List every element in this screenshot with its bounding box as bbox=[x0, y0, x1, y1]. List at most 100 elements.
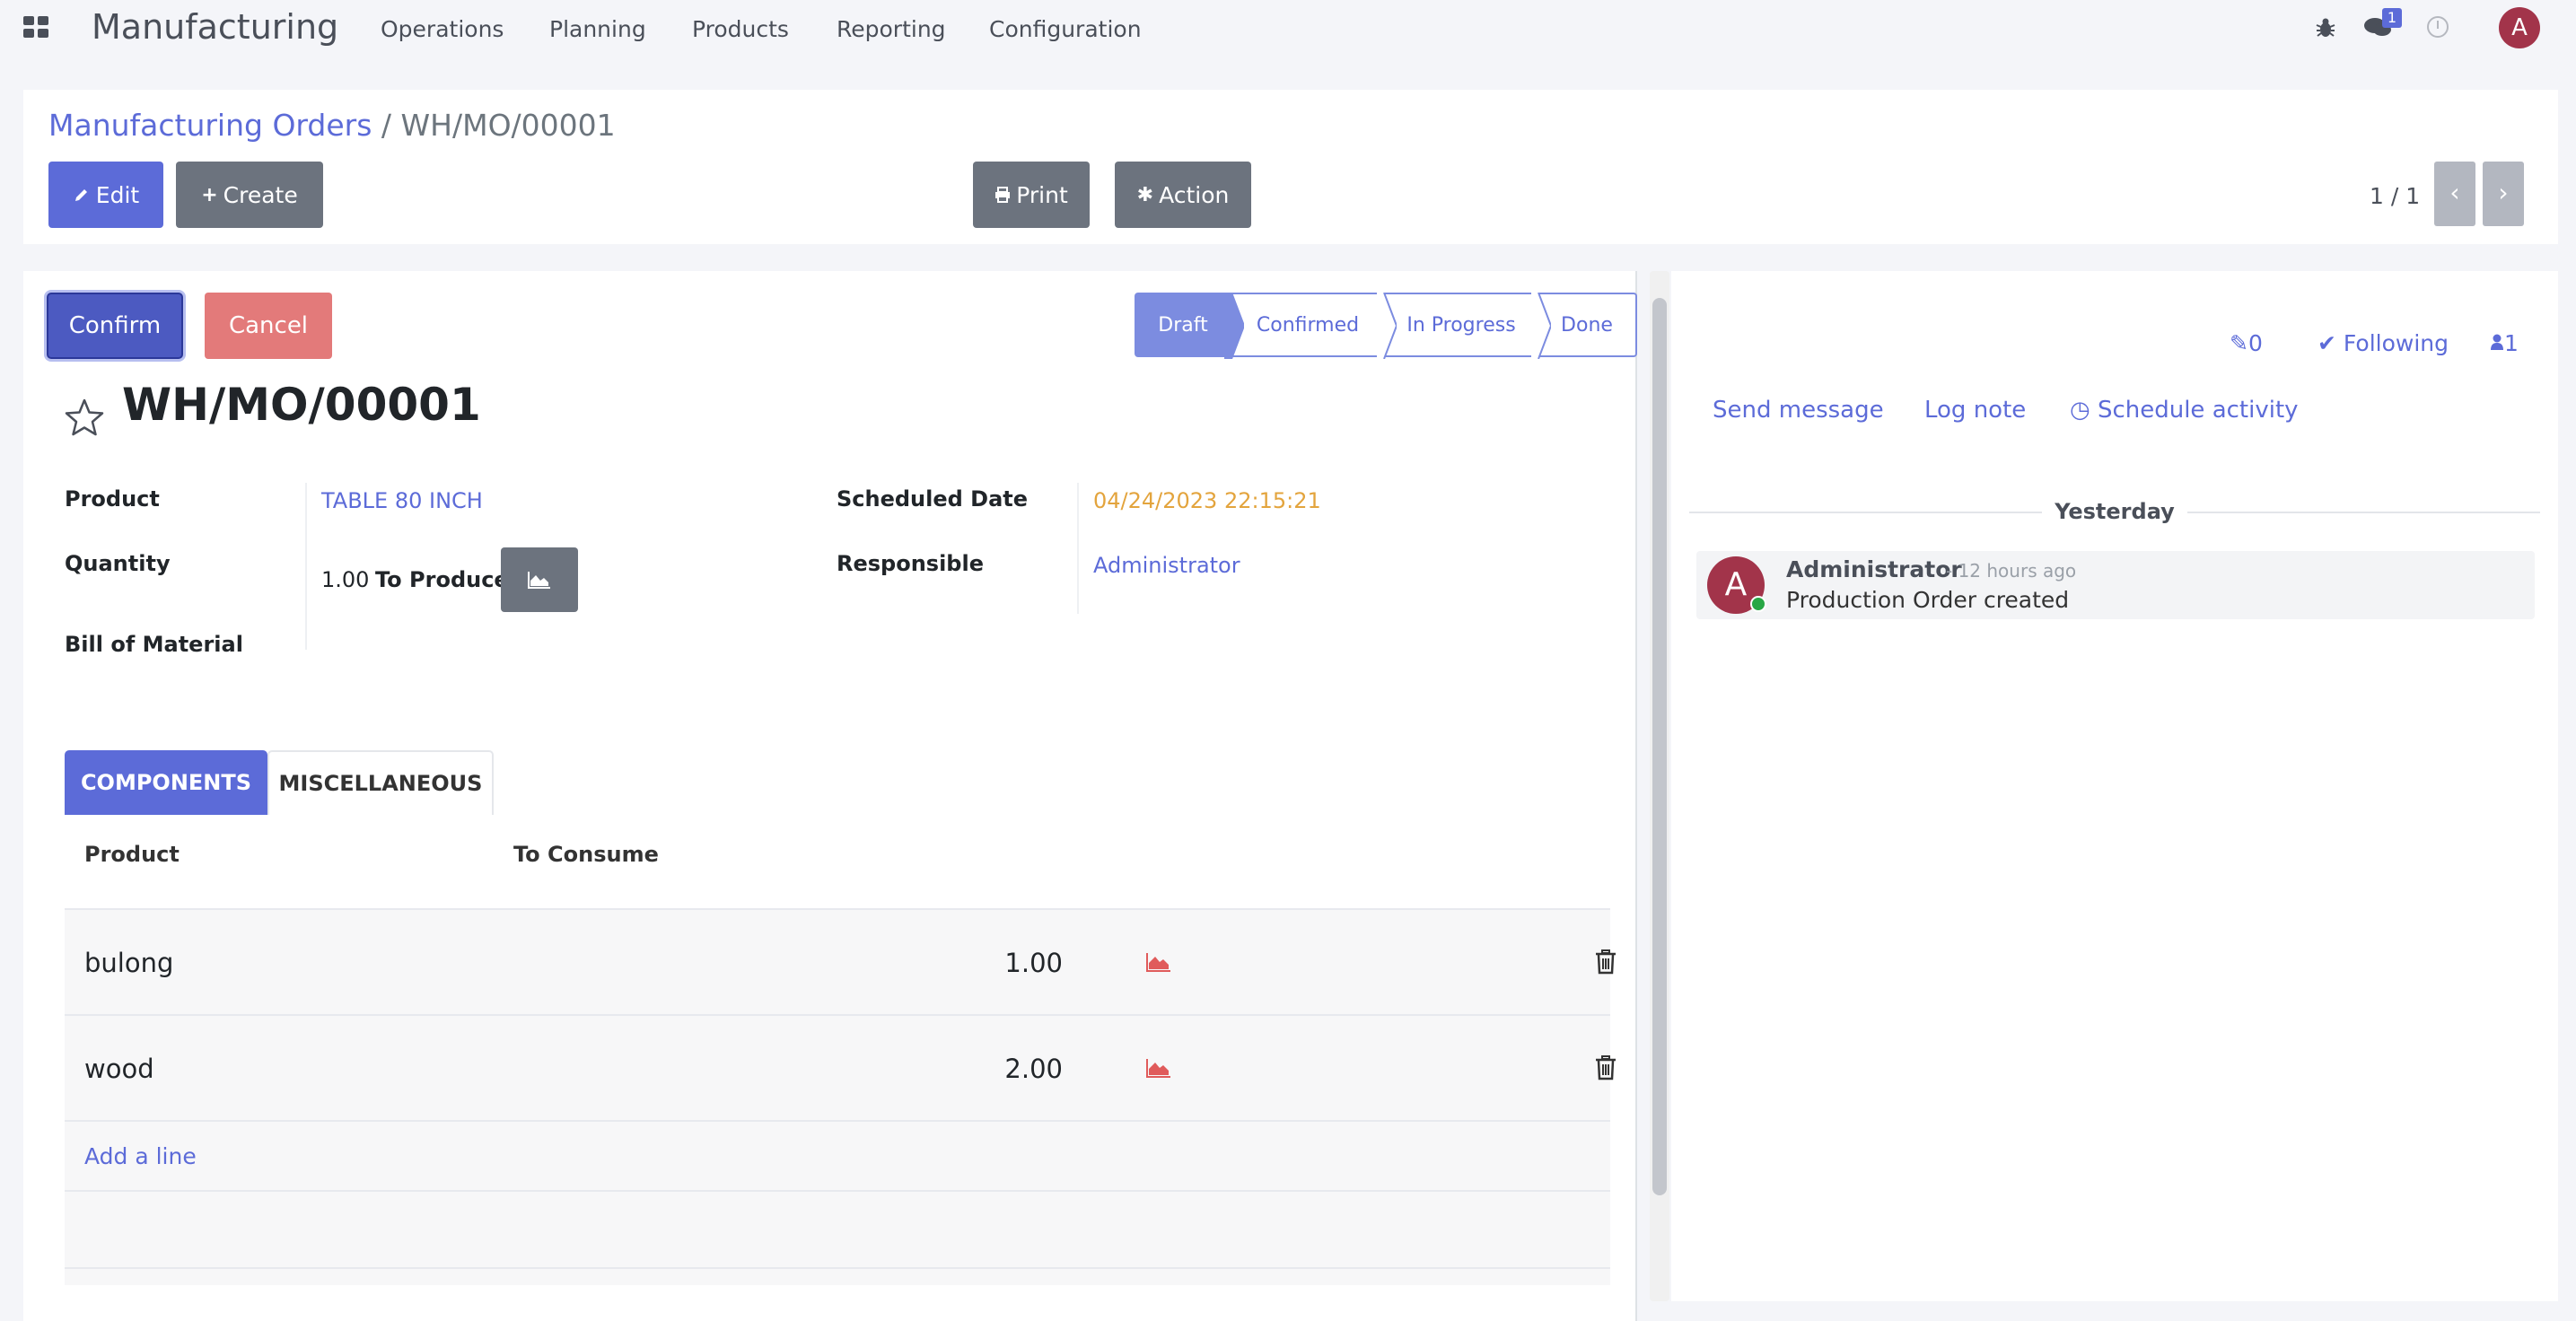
trash-icon[interactable] bbox=[1594, 1055, 1617, 1080]
day-separator-label: Yesterday bbox=[2042, 499, 2187, 524]
breadcrumb-current: WH/MO/00001 bbox=[400, 108, 616, 143]
star-icon[interactable] bbox=[63, 397, 106, 440]
cancel-button[interactable]: Cancel bbox=[205, 293, 332, 359]
responsible-value-link[interactable]: Administrator bbox=[1093, 553, 1240, 578]
online-status-indicator bbox=[1750, 596, 1766, 612]
create-button-label: Create bbox=[223, 181, 298, 208]
quantity-value: 1.00 bbox=[321, 567, 370, 592]
control-panel: Manufacturing Orders / WH/MO/00001 Edit … bbox=[23, 90, 2558, 244]
stage-confirmed-label: Confirmed bbox=[1256, 313, 1360, 337]
form-scrollbar[interactable] bbox=[1650, 271, 1669, 1301]
user-avatar[interactable]: A bbox=[2499, 7, 2540, 48]
chat-counter-badge: 1 bbox=[2382, 8, 2402, 28]
edit-button-label: Edit bbox=[95, 181, 140, 208]
action-button[interactable]: ✱ Action bbox=[1115, 162, 1251, 228]
schedule-activity-label: Schedule activity bbox=[2097, 397, 2299, 424]
quantity-label: Quantity bbox=[65, 551, 171, 576]
add-line-row: Add a line bbox=[65, 1120, 1610, 1192]
stage-arrow-1 bbox=[1224, 293, 1244, 359]
pager-previous-button[interactable]: ‹ bbox=[2434, 162, 2475, 226]
status-bar: Draft Confirmed In Progress Done bbox=[1135, 293, 1637, 359]
debug-bug-icon[interactable] bbox=[2314, 16, 2337, 39]
plus-icon: + bbox=[201, 183, 218, 206]
message-date: - 12 hours ago bbox=[1946, 560, 2077, 582]
day-separator: Yesterday bbox=[1671, 499, 2558, 524]
row-to-consume[interactable]: 1.00 bbox=[1004, 948, 1063, 978]
message-body: Production Order created bbox=[1786, 587, 2070, 613]
pager-next-button[interactable]: › bbox=[2483, 162, 2524, 226]
column-header-to-consume[interactable]: To Consume bbox=[513, 842, 659, 867]
area-chart-icon[interactable] bbox=[1145, 951, 1172, 973]
gear-icon: ✱ bbox=[1136, 183, 1154, 206]
breadcrumb-parent-link[interactable]: Manufacturing Orders bbox=[48, 108, 372, 143]
print-button[interactable]: Print bbox=[973, 162, 1090, 228]
followers-count: 1 bbox=[2504, 330, 2519, 356]
tab-components[interactable]: COMPONENTS bbox=[65, 750, 267, 815]
trash-icon[interactable] bbox=[1594, 949, 1617, 975]
user-icon bbox=[2491, 334, 2503, 350]
chatter-panel: ✎0 ✔ Following 1 Send message Log note ◷… bbox=[1671, 271, 2558, 1301]
chevron-right-icon: › bbox=[2498, 178, 2509, 207]
table-footer-divider bbox=[65, 1267, 1610, 1269]
area-chart-icon bbox=[528, 572, 550, 589]
app-title[interactable]: Manufacturing bbox=[92, 7, 338, 47]
tab-miscellaneous[interactable]: MISCELLANEOUS bbox=[267, 750, 494, 815]
to-produce-label: To Produce bbox=[375, 567, 509, 592]
menu-reporting[interactable]: Reporting bbox=[837, 16, 946, 42]
confirm-button[interactable]: Confirm bbox=[47, 293, 183, 359]
paperclip-icon: ✎ bbox=[2230, 330, 2248, 356]
stage-in-progress[interactable]: In Progress bbox=[1384, 293, 1538, 357]
action-button-label: Action bbox=[1159, 181, 1230, 208]
menu-configuration[interactable]: Configuration bbox=[989, 16, 1142, 42]
breadcrumb-separator: / bbox=[381, 108, 392, 143]
stage-confirmed[interactable]: Confirmed bbox=[1231, 293, 1384, 357]
following-button[interactable]: ✔ Following bbox=[2318, 330, 2449, 356]
scheduled-date-label: Scheduled Date bbox=[837, 486, 1029, 512]
product-value-link[interactable]: TABLE 80 INCH bbox=[321, 488, 483, 513]
menu-products[interactable]: Products bbox=[692, 16, 789, 42]
menu-planning[interactable]: Planning bbox=[549, 16, 646, 42]
pencil-icon bbox=[74, 189, 87, 201]
top-navbar: Manufacturing Operations Planning Produc… bbox=[0, 0, 2576, 65]
scheduled-date-value[interactable]: 04/24/2023 22:15:21 bbox=[1093, 488, 1321, 513]
add-line-link[interactable]: Add a line bbox=[84, 1143, 197, 1169]
clock-icon: ◷ bbox=[2070, 397, 2090, 424]
field-divider bbox=[1077, 483, 1079, 614]
attachments-button[interactable]: ✎0 bbox=[2230, 330, 2263, 356]
followers-button[interactable]: 1 bbox=[2490, 330, 2519, 356]
area-chart-icon[interactable] bbox=[1145, 1057, 1172, 1079]
log-note-button[interactable]: Log note bbox=[1924, 397, 2026, 424]
apps-menu-icon[interactable] bbox=[23, 16, 50, 39]
stage-draft[interactable]: Draft bbox=[1135, 293, 1231, 357]
message-author[interactable]: Administrator bbox=[1786, 556, 1962, 582]
product-label: Product bbox=[65, 486, 160, 512]
row-product-name[interactable]: wood bbox=[84, 1054, 154, 1084]
stage-arrow-3 bbox=[1531, 293, 1551, 359]
attachments-count: 0 bbox=[2247, 330, 2263, 356]
table-row[interactable] bbox=[65, 1179, 1610, 1285]
schedule-activity-button[interactable]: ◷ Schedule activity bbox=[2070, 397, 2299, 424]
menu-operations[interactable]: Operations bbox=[381, 16, 504, 42]
column-header-product[interactable]: Product bbox=[84, 842, 180, 867]
pager-value: 1 / 1 bbox=[2370, 183, 2421, 209]
forecast-report-button[interactable] bbox=[501, 547, 578, 612]
row-product-name[interactable]: bulong bbox=[84, 948, 173, 978]
stage-done-label: Done bbox=[1561, 313, 1613, 337]
chevron-left-icon: ‹ bbox=[2449, 178, 2460, 207]
bom-label: Bill of Material bbox=[65, 632, 243, 657]
record-title: WH/MO/00001 bbox=[122, 379, 481, 431]
check-icon: ✔ bbox=[2318, 330, 2336, 356]
row-to-consume[interactable]: 2.00 bbox=[1004, 1054, 1063, 1084]
following-label: Following bbox=[2343, 330, 2449, 356]
send-message-button[interactable]: Send message bbox=[1713, 397, 1884, 424]
scrollbar-thumb[interactable] bbox=[1652, 298, 1667, 1195]
activity-clock-icon[interactable] bbox=[2427, 16, 2449, 38]
edit-button[interactable]: Edit bbox=[48, 162, 163, 228]
stage-in-progress-label: In Progress bbox=[1406, 313, 1516, 337]
table-row[interactable]: wood 2.00 bbox=[65, 1014, 1616, 1120]
table-row[interactable]: bulong 1.00 bbox=[65, 908, 1616, 1014]
chatter-message: A Administrator - 12 hours ago Productio… bbox=[1696, 551, 2535, 619]
field-divider bbox=[305, 483, 307, 650]
create-button[interactable]: + Create bbox=[176, 162, 323, 228]
stage-done[interactable]: Done bbox=[1538, 293, 1637, 357]
